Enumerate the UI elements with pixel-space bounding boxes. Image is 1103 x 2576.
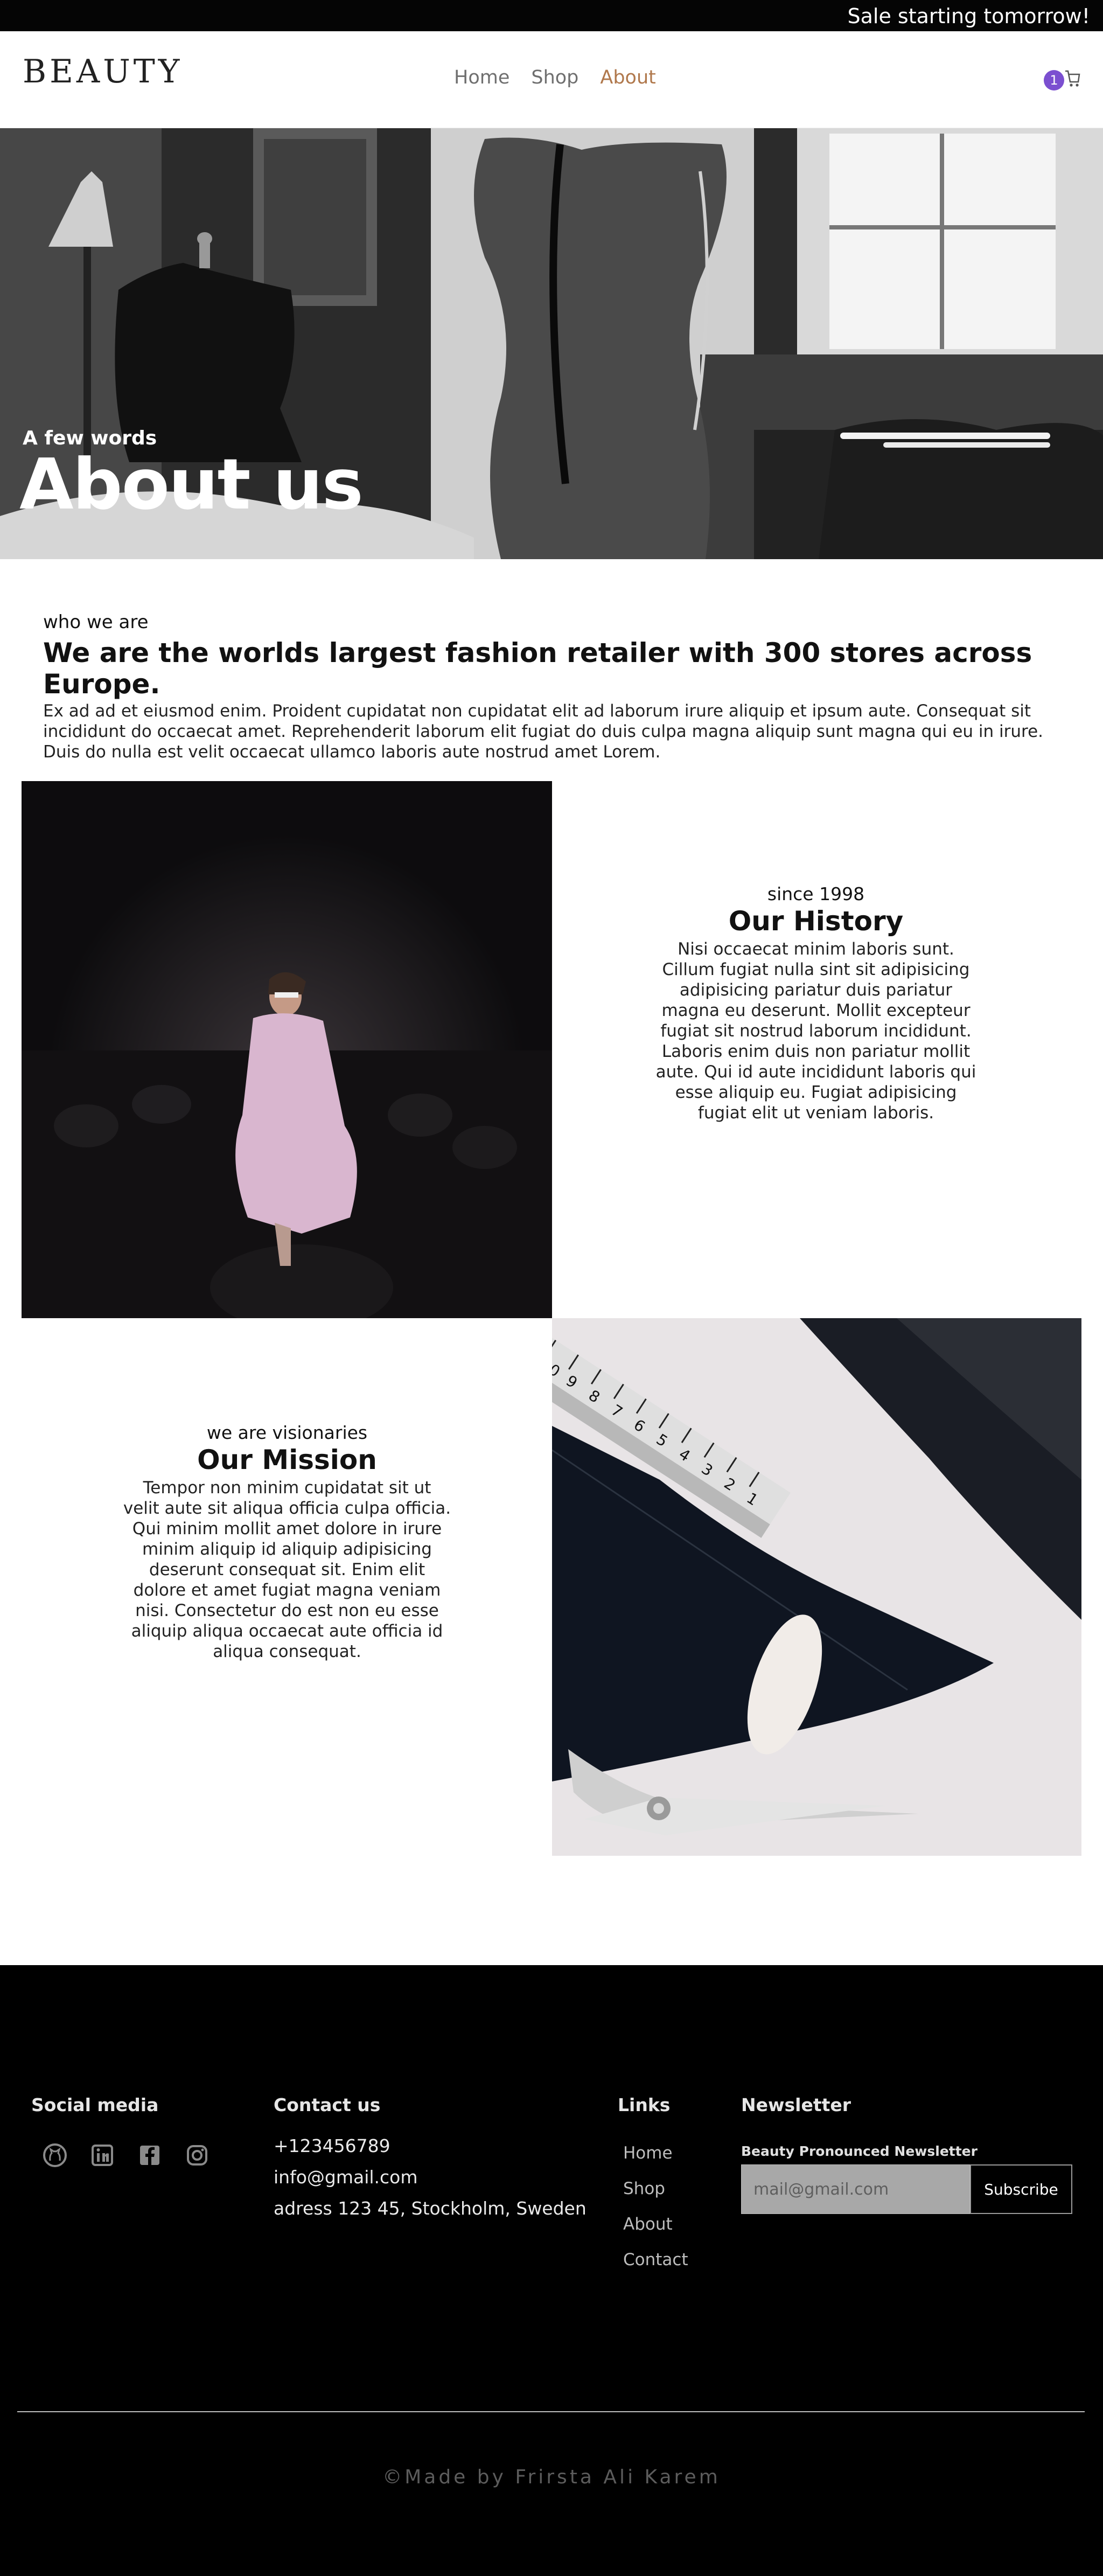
hero-banner: A few words About us bbox=[0, 128, 1103, 559]
site-footer: Social media Contact us +123456789 info@… bbox=[0, 1965, 1103, 2576]
newsletter-email-input[interactable] bbox=[741, 2164, 970, 2214]
instagram-icon[interactable] bbox=[184, 2142, 210, 2168]
announcement-text: Sale starting tomorrow! bbox=[847, 4, 1091, 28]
facebook-icon[interactable] bbox=[137, 2142, 163, 2168]
contact-email[interactable]: info@gmail.com bbox=[274, 2168, 587, 2187]
newsletter-form: Subscribe bbox=[741, 2164, 1072, 2214]
cart-icon bbox=[1064, 68, 1080, 92]
cart-count-badge: 1 bbox=[1044, 70, 1064, 90]
footer-credit: ©Made by Frirsta Ali Karem bbox=[382, 2466, 721, 2488]
footer-newsletter: Newsletter Beauty Pronounced Newsletter … bbox=[741, 2094, 1072, 2214]
mission-section: we are visionaries Our Mission Tempor no… bbox=[123, 1422, 451, 1662]
footer-contact: Contact us +123456789 info@gmail.com adr… bbox=[274, 2094, 587, 2218]
footer-social-heading: Social media bbox=[31, 2094, 159, 2115]
footer-link-shop[interactable]: Shop bbox=[623, 2179, 688, 2198]
mission-title: Our Mission bbox=[197, 1444, 377, 1475]
nav-shop[interactable]: Shop bbox=[531, 67, 578, 88]
history-body: Nisi occaecat minim laboris sunt. Cillum… bbox=[655, 939, 976, 1123]
intro-section: who we are We are the worlds largest fas… bbox=[43, 611, 1066, 762]
mission-image: 10 9 8 7 6 5 4 3 2 1 bbox=[552, 1318, 1081, 1856]
intro-title: We are the worlds largest fashion retail… bbox=[43, 637, 1032, 700]
footer-contact-heading: Contact us bbox=[274, 2094, 381, 2115]
github-icon[interactable] bbox=[42, 2142, 68, 2168]
footer-link-about[interactable]: About bbox=[623, 2215, 688, 2234]
hero-title: About us bbox=[19, 443, 364, 525]
intro-body: Ex ad ad et eiusmod enim. Proident cupid… bbox=[43, 701, 1044, 762]
history-image bbox=[22, 781, 552, 1318]
footer-links-heading: Links bbox=[618, 2094, 671, 2115]
mission-kicker: we are visionaries bbox=[206, 1422, 368, 1443]
history-title: Our History bbox=[728, 906, 904, 937]
history-section: since 1998 Our History Nisi occaecat min… bbox=[652, 883, 980, 1123]
social-icons bbox=[42, 2142, 210, 2168]
newsletter-subheading: Beauty Pronounced Newsletter bbox=[741, 2143, 978, 2159]
site-header: BEAUTY Home Shop About 1 bbox=[0, 31, 1103, 128]
linkedin-icon[interactable] bbox=[89, 2142, 115, 2168]
history-kicker: since 1998 bbox=[767, 883, 865, 904]
contact-phone[interactable]: +123456789 bbox=[274, 2137, 587, 2155]
announcement-bar: Sale starting tomorrow! bbox=[0, 0, 1103, 31]
nav-home[interactable]: Home bbox=[454, 67, 509, 88]
nav-about[interactable]: About bbox=[600, 67, 655, 88]
footer-social: Social media bbox=[31, 2094, 210, 2168]
subscribe-button[interactable]: Subscribe bbox=[970, 2164, 1072, 2214]
mission-body: Tempor non minim cupidatat sit ut velit … bbox=[123, 1478, 451, 1661]
footer-link-home[interactable]: Home bbox=[623, 2143, 688, 2163]
footer-divider bbox=[17, 2411, 1085, 2412]
contact-address: adress 123 45, Stockholm, Sweden bbox=[274, 2198, 587, 2219]
site-logo[interactable]: BEAUTY bbox=[23, 53, 183, 90]
cart-button[interactable]: 1 bbox=[1044, 67, 1083, 94]
newsletter-heading: Newsletter bbox=[741, 2094, 851, 2115]
main-nav: Home Shop About bbox=[454, 67, 656, 88]
intro-kicker: who we are bbox=[43, 611, 149, 633]
footer-link-contact[interactable]: Contact bbox=[623, 2250, 688, 2269]
footer-links: Links Home Shop About Contact bbox=[618, 2094, 688, 2269]
